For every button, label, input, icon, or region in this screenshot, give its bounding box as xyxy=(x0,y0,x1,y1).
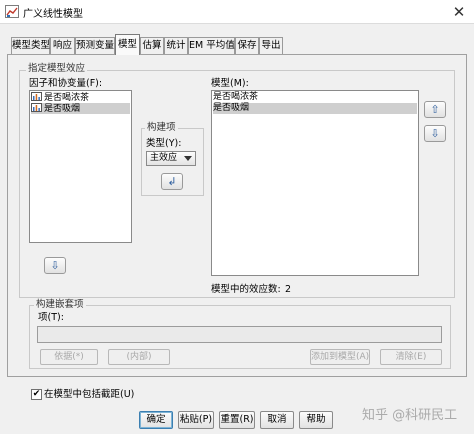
tab-model-type[interactable]: 模型类型 xyxy=(11,37,50,54)
move-down-button[interactable]: ⇩ xyxy=(424,125,446,142)
tab-export[interactable]: 导出 xyxy=(259,37,283,54)
factor-item-tea[interactable]: 是否喝浓茶 xyxy=(31,92,89,103)
build-terms-legend: 构建项 xyxy=(145,122,178,133)
cancel-button[interactable]: 取消 xyxy=(260,411,294,429)
watermark: 知乎 @科研民工 xyxy=(362,408,458,423)
tab-save[interactable]: 保存 xyxy=(235,37,259,54)
chevron-down-icon xyxy=(184,156,192,161)
term-label: 项(T): xyxy=(38,312,64,323)
include-intercept-label: 在模型中包括截距(U) xyxy=(44,389,135,400)
paste-button[interactable]: 粘贴(P) xyxy=(178,411,214,429)
model-label: 模型(M): xyxy=(211,78,249,89)
within-button[interactable]: (内部) xyxy=(108,349,170,365)
specify-effects-legend: 指定模型效应 xyxy=(26,63,88,74)
title-bar: 广义线性模型 ✕ xyxy=(0,0,474,24)
nested-terms-legend: 构建嵌套项 xyxy=(34,299,86,310)
factors-move-down-button[interactable]: ⇩ xyxy=(44,257,66,274)
arrow-down-icon: ⇩ xyxy=(50,259,60,272)
window-title: 广义线性模型 xyxy=(23,9,83,20)
factor-item-label: 是否吸烟 xyxy=(44,104,81,114)
tab-em-means[interactable]: EM 平均值 xyxy=(188,37,235,54)
term-type-dropdown[interactable]: 主效应 xyxy=(146,151,196,166)
arrow-up-icon: ⇧ xyxy=(430,103,440,116)
by-button[interactable]: 依据(*) xyxy=(40,349,98,365)
model-item-smoking[interactable]: 是否吸烟 xyxy=(213,103,417,114)
include-intercept-checkbox[interactable]: ✔ xyxy=(31,389,42,400)
arrow-down-icon: ⇩ xyxy=(430,127,440,140)
model-item-tea[interactable]: 是否喝浓茶 xyxy=(213,92,258,103)
effects-count-label: 模型中的效应数: xyxy=(211,284,281,295)
term-type-value: 主效应 xyxy=(150,153,178,163)
factor-item-label: 是否喝浓茶 xyxy=(44,93,90,103)
tab-statistics[interactable]: 统计 xyxy=(164,37,188,54)
factors-list[interactable]: 是否喝浓茶 是否吸烟 xyxy=(29,90,132,243)
tab-predictors[interactable]: 预测变量 xyxy=(75,37,115,54)
reset-button[interactable]: 重置(R) xyxy=(219,411,255,429)
add-to-model-button[interactable]: 添加到模型(A) xyxy=(310,349,370,365)
app-chart-icon xyxy=(5,5,19,18)
arrow-left-down-icon: ↲ xyxy=(167,175,177,188)
tab-response[interactable]: 响应 xyxy=(50,37,75,54)
move-up-button[interactable]: ⇧ xyxy=(424,101,446,118)
nominal-variable-icon xyxy=(31,103,42,112)
nested-term-field[interactable] xyxy=(37,326,442,343)
close-icon[interactable]: ✕ xyxy=(448,2,470,22)
factors-label: 因子和协变量(F): xyxy=(29,78,103,89)
move-to-model-button[interactable]: ↲ xyxy=(161,173,183,190)
factor-item-smoking[interactable]: 是否吸烟 xyxy=(31,103,130,114)
tab-estimation[interactable]: 估算 xyxy=(140,37,164,54)
tab-model[interactable]: 模型 xyxy=(115,34,140,55)
clear-button[interactable]: 清除(E) xyxy=(380,349,442,365)
ok-button[interactable]: 确定 xyxy=(139,411,173,429)
effects-count-value: 2 xyxy=(285,284,292,295)
help-button[interactable]: 帮助 xyxy=(299,411,333,429)
model-terms-list[interactable]: 是否喝浓茶 是否吸烟 xyxy=(211,90,419,276)
type-label: 类型(Y): xyxy=(146,138,182,149)
nominal-variable-icon xyxy=(31,92,42,101)
